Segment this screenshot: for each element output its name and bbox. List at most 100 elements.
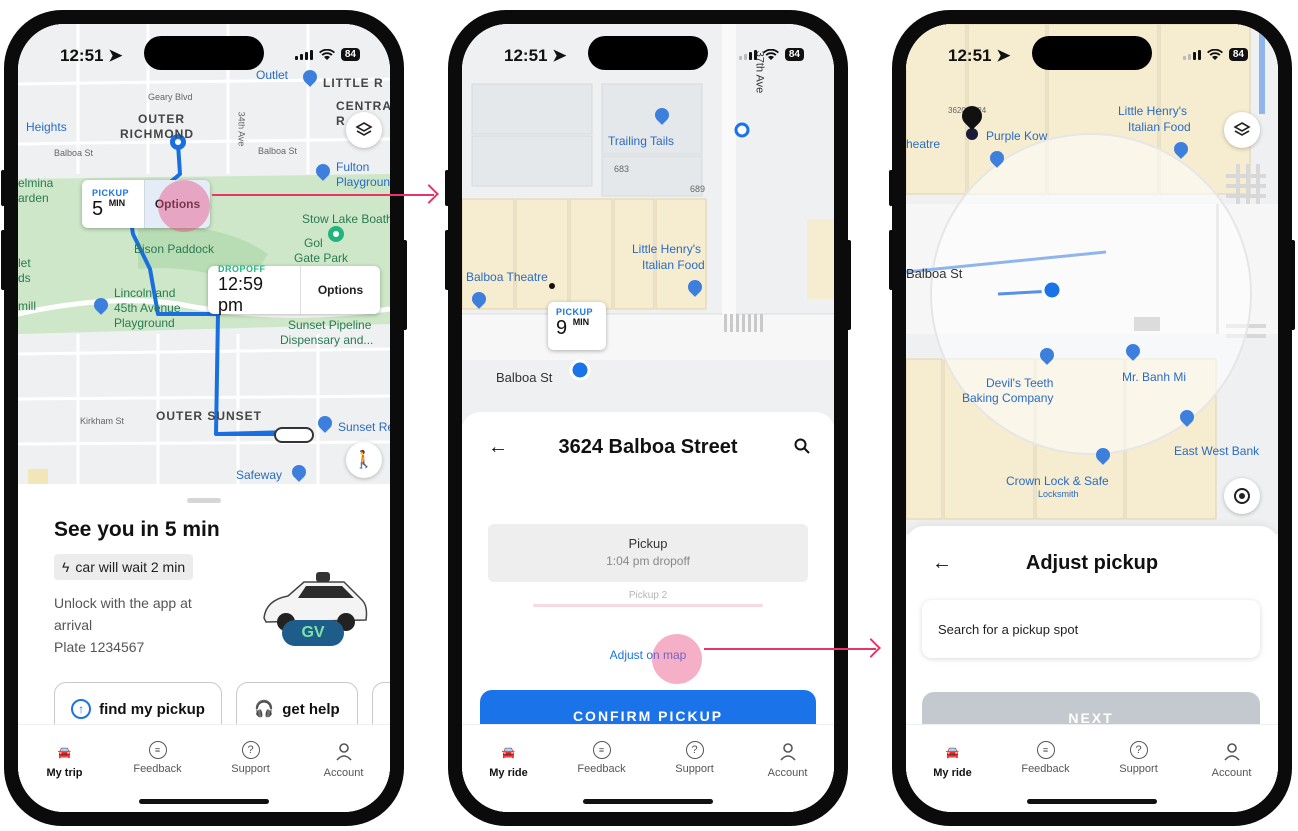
tab-label: Support [231,763,270,775]
tab-bar: 🚘 My ride ≡ Feedback ? Support Account [906,724,1278,812]
walking-directions-button[interactable]: 🚶 [346,442,382,478]
map-label: Balboa Theatre [466,270,548,284]
screen-confirm-pickup: 12:51 ➤ 84 37th Ave Trailing Tails 683 6… [462,24,834,812]
phone-side-button [445,170,450,206]
battery-indicator: 84 [340,48,360,61]
dynamic-island [588,36,708,70]
chat-bubble-icon: ≡ [1036,741,1055,759]
map-label: Mr. Banh Mi [1122,370,1187,384]
map-label: OUTER [138,112,185,126]
tab-label: Feedback [133,763,182,775]
find-my-pickup-label: find my pickup [99,700,205,718]
dropoff-options-button[interactable]: Options [300,266,380,314]
map-label: Gol [304,236,323,250]
adjust-on-map-link[interactable]: Adjust on map [462,648,834,662]
tab-my-trip[interactable]: 🚘 My trip [25,741,105,812]
search-button[interactable] [794,438,810,459]
map-label: Stow Lake Boath [302,212,390,226]
map-label: arden [18,191,49,205]
map-view[interactable]: 37th Ave Trailing Tails 683 689 Balboa T… [462,24,834,424]
layers-icon [355,122,373,136]
pickup-option-subtitle: 1:04 pm dropoff [606,554,690,568]
tab-bar: 🚘 My trip ≡ Feedback ? Support Account [18,724,390,812]
status-bar: 12:51 ➤ 84 [462,24,834,80]
recenter-location-button[interactable] [1224,478,1260,514]
phone-side-button [889,170,894,206]
map-label: Balboa St [54,148,94,158]
tab-account[interactable]: Account [748,741,828,812]
pickup-minutes: 9 [556,317,568,339]
map-view[interactable]: 3620-3624 Purple Kow heatre Little Henry… [906,24,1278,534]
pickup-eta: 5 MIN [92,198,134,221]
tab-label: Support [675,763,714,775]
tab-label: Feedback [1021,763,1070,775]
pickup-kicker: PICKUP [92,187,130,198]
sheet-handle[interactable] [187,498,221,503]
map-label: Kirkham St [80,416,125,426]
car-image: GV [258,568,370,650]
map-canvas [462,24,834,424]
signal-icon [294,49,313,60]
question-circle-icon: ? [241,741,260,759]
tab-label: My ride [933,767,972,779]
tab-label: Account [767,767,808,779]
status-bar: 12:51 ➤ 84 [18,24,390,80]
tap-highlight [652,634,702,684]
phone-side-button [445,230,450,290]
person-icon [333,741,355,763]
flow-arrow [704,648,876,650]
pickup-option-2[interactable]: Pickup 2 [488,590,808,614]
layers-icon [1233,122,1251,136]
map-label: Gate Park [294,251,349,265]
lightning-icon: ϟ [62,559,70,575]
pickup-eta: 9 MIN [556,317,598,340]
tab-label: Account [323,767,364,779]
map-label: Italian Food [1128,120,1191,134]
pickup-option-title: Pickup 2 [628,590,668,601]
car-tag: GV [282,620,344,646]
map-layers-button[interactable] [1224,112,1260,148]
phone-adjust-pickup: 12:51 ➤ 84 Purple Kow heatre Little Henr… [889,10,1295,826]
address-title: 3624 Balboa Street [558,436,738,458]
pickup-option-title: Pickup [628,536,668,551]
map-label: Safeway [236,468,283,482]
home-indicator [139,799,269,804]
map-label: Balboa St [906,266,963,281]
flow-arrow [212,194,434,196]
question-circle-icon: ? [1129,741,1148,759]
tab-my-ride[interactable]: 🚘 My ride [469,741,549,812]
map-label: Bison Paddock [134,242,215,256]
search-icon [794,438,810,454]
map-view[interactable]: Outlet LITTLE R Geary Blvd OUTER RICHMON… [18,24,390,484]
tab-account[interactable]: Account [304,741,384,812]
pickup-kicker: PICKUP [556,307,594,317]
tab-my-ride[interactable]: 🚘 My ride [913,741,993,812]
pickup-search-input[interactable]: Search for a pickup spot [922,600,1260,658]
map-label: CENTRA [336,99,390,113]
map-label: Balboa St [496,370,553,385]
status-bar: 12:51 ➤ 84 [906,24,1278,80]
map-label: elmina [18,176,54,190]
status-time: 12:51 ➤ [504,46,567,65]
map-label: 34th Ave [236,111,247,147]
map-label: Little Henry's [1118,104,1187,118]
map-label: Balboa St [258,146,298,156]
pickup-option-subtitle [533,604,763,607]
car-icon: 🚘 [945,746,960,759]
dynamic-island [1032,36,1152,70]
pickup-option-1[interactable]: Pickup 1:04 pm dropoff [488,524,808,582]
map-label: Devil's Teeth [986,376,1054,390]
tab-account[interactable]: Account [1192,741,1272,812]
walkthrough-canvas: 12:51 ➤ 84 Outlet LITTLE R Geary Blvd OU… [0,0,1298,831]
dropoff-eta-bubble: DROPOFF 12:59 pm Options [208,264,380,315]
map-label: Fulton [336,160,370,174]
map-label: Geary Blvd [148,92,193,102]
wifi-icon [318,48,335,60]
map-label: RICHMOND [120,127,194,141]
tab-label: Account [1211,767,1252,779]
wifi-icon [762,48,779,60]
phone-side-button [1,170,6,206]
phone-side-button [889,230,894,290]
status-time: 12:51 ➤ [948,46,1011,65]
map-layers-button[interactable] [346,112,382,148]
